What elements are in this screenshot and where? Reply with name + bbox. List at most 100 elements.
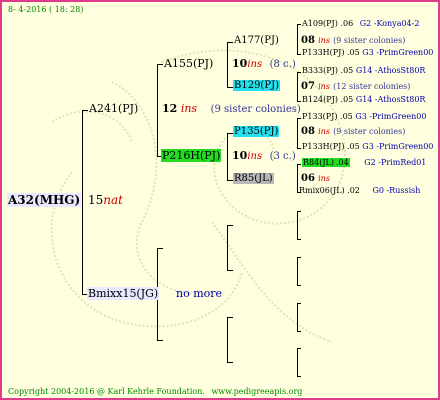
connector <box>227 362 233 363</box>
gen4-row[interactable]: Rmix06(JL) .02 G0 -Russish <box>299 186 420 195</box>
root-generation: 15nat <box>88 193 123 207</box>
gen4-id: A109(PJ) <box>302 19 338 28</box>
gen3-b-tag: ins <box>318 82 330 91</box>
gen3-a-info: 08 ins (9 sister colonies) <box>301 35 405 46</box>
gen3-d-info: 06 ins <box>301 173 330 184</box>
gen4-year: .05 <box>347 142 360 151</box>
gen4-info: G0 -Russish <box>372 186 421 195</box>
gen2-a-num: 10 <box>232 57 248 70</box>
gen2-a-info: 10ins (8 c.) <box>232 57 296 70</box>
connector <box>227 317 228 362</box>
connector <box>227 42 228 87</box>
footer: Copyright 2004-2016 @ Karl Kehrle Founda… <box>8 387 302 396</box>
connector <box>157 64 158 156</box>
gen2-b-tag: ins <box>247 151 263 162</box>
sire-bottom-note: no more <box>176 287 223 300</box>
gen4-year: .02 <box>347 186 360 195</box>
gen4-row[interactable]: A109(PJ) .06 G2 -Konya04-2 <box>302 19 419 28</box>
gen2-a-tag: ins <box>247 59 263 70</box>
connector <box>227 225 228 270</box>
connector <box>297 211 301 212</box>
gen3-a-id[interactable]: A177(PJ) <box>234 35 279 46</box>
root-num: 15 <box>88 193 104 207</box>
connector <box>82 110 88 111</box>
gen3-c-note: (9 sister colonies) <box>333 127 406 136</box>
gen3-d-num: 06 <box>301 173 315 184</box>
connector <box>227 270 233 271</box>
gen3-b-num: 07 <box>301 81 315 92</box>
connector <box>297 148 301 149</box>
sire-bottom-id[interactable]: Bmixx15(JG) <box>87 287 160 300</box>
connector <box>297 72 298 101</box>
gen4-info: G3 -PrimGreen00 <box>362 48 434 57</box>
gen3-c-id[interactable]: P135(PJ) <box>233 126 280 137</box>
gen4-year: .05 <box>340 95 354 104</box>
connector <box>297 164 301 165</box>
connector <box>157 248 163 249</box>
gen4-row[interactable]: P133(PJ) .05 G3 -PrimGreen00 <box>302 112 426 121</box>
connector <box>157 64 163 65</box>
gen4-info: G2 -PrimRed01 <box>364 158 427 167</box>
gen4-row[interactable]: B124(PJ) .05 G14 -AthosSt80R <box>302 95 425 104</box>
connector <box>297 164 298 192</box>
gen4-id: Rmix06(JL) <box>299 186 345 195</box>
connector <box>297 118 298 148</box>
gen3-d-tag: ins <box>318 174 330 183</box>
gen3-c-info: 08 ins (9 sister colonies) <box>301 126 405 137</box>
sire-top-tag: ins <box>180 102 198 115</box>
connector <box>297 376 301 377</box>
gen4-row[interactable]: B333(PJ) .05 G14 -AthosSt80R <box>302 66 425 75</box>
gen3-d-id[interactable]: R85(JL) <box>233 173 274 184</box>
gen4-year: .06 <box>340 19 354 28</box>
gen4-id: P133(PJ) <box>302 112 338 121</box>
connector <box>82 110 83 294</box>
gen4-year: .05 <box>347 48 360 57</box>
connector <box>297 24 301 25</box>
gen3-a-num: 08 <box>301 35 315 46</box>
root-tag: nat <box>103 193 123 207</box>
connector <box>157 340 163 341</box>
connector <box>297 211 298 239</box>
gen2-a-note: (8 c.) <box>269 59 296 70</box>
connector <box>227 225 233 226</box>
connector <box>297 54 301 55</box>
connector <box>297 303 298 331</box>
connector <box>297 285 301 286</box>
gen3-b-id[interactable]: B129(PJ) <box>233 80 280 91</box>
gen2-b-num: 10 <box>232 149 248 162</box>
gen4-id: R84(JL) <box>302 158 335 167</box>
gen3-c-num: 08 <box>301 126 315 137</box>
connector <box>297 257 301 258</box>
sire-top-num: 12 <box>162 102 178 115</box>
sire-top-id[interactable]: A241(PJ) <box>89 102 138 115</box>
connector <box>297 303 301 304</box>
gen4-row[interactable]: P133H(PJ) .05 G3 -PrimGreen00 <box>302 142 433 151</box>
copyright-text: Copyright 2004-2016 @ Karl Kehrle Founda… <box>8 387 205 396</box>
gen4-info: G2 -Konya04-2 <box>359 19 420 28</box>
gen3-a-tag: ins <box>318 36 330 45</box>
gen2-b-info: 10ins (3 c.) <box>232 149 296 162</box>
gen4-row[interactable]: P133H(PJ) .05 G3 -PrimGreen00 <box>302 48 433 57</box>
connector <box>297 24 298 54</box>
gen4-info: G3 -PrimGreen00 <box>355 112 427 121</box>
site-link[interactable]: www.pedigreeapis.org <box>211 387 302 396</box>
connector <box>297 348 301 349</box>
gen2-a-id[interactable]: A155(PJ) <box>164 57 213 70</box>
root-queen-id[interactable]: A32(MHG) <box>7 193 82 207</box>
gen4-year: .05 <box>340 66 354 75</box>
gen4-year: .04 <box>334 158 350 167</box>
gen2-b-id[interactable]: P216H(PJ) <box>161 149 222 162</box>
connector <box>297 348 298 376</box>
gen4-id: B333(PJ) <box>302 66 338 75</box>
gen4-id: P133H(PJ) <box>302 142 345 151</box>
gen4-row[interactable]: R84(JL) .04 G2 -PrimRed01 <box>302 158 426 167</box>
connector <box>297 118 301 119</box>
gen4-year: .05 <box>340 112 353 121</box>
sire-top-info: 12 ins (9 sister colonies) <box>162 102 301 115</box>
gen3-c-tag: ins <box>318 127 330 136</box>
gen2-b-note: (3 c.) <box>269 151 296 162</box>
connector <box>297 239 301 240</box>
gen3-b-info: 07 ins (12 sister colonies) <box>301 81 410 92</box>
gen4-info: G14 -AthosSt80R <box>355 95 426 104</box>
gen4-info: G3 -PrimGreen00 <box>362 142 434 151</box>
